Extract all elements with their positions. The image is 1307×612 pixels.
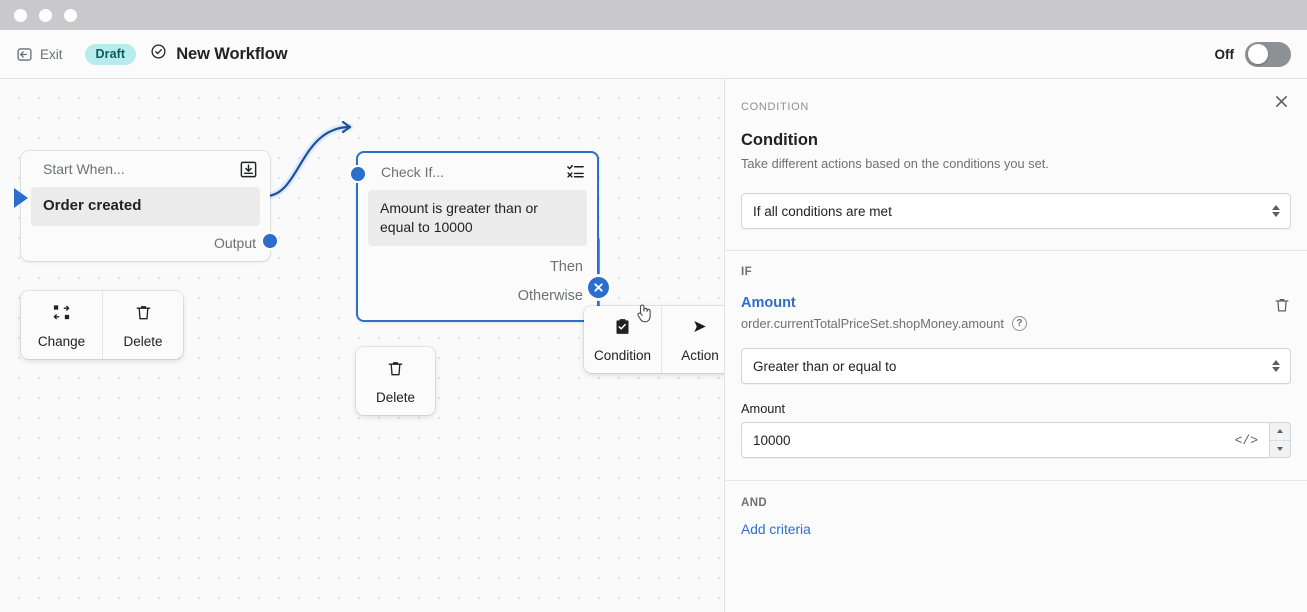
window-titlebar xyxy=(0,0,1307,30)
panel-title: Condition xyxy=(741,131,818,149)
workflow-enable-toggle[interactable] xyxy=(1245,41,1291,67)
exit-arrow-icon xyxy=(16,46,33,63)
delete-trigger-button[interactable]: Delete xyxy=(102,291,183,359)
change-trigger-button[interactable]: Change xyxy=(21,291,102,359)
workflow-canvas[interactable]: Start When... Order created Output Chang… xyxy=(0,79,725,612)
page-title: New Workflow xyxy=(176,44,288,63)
if-section-label: IF xyxy=(741,266,753,278)
clipboard-check-icon xyxy=(613,317,632,341)
change-trigger-label: Change xyxy=(37,334,86,349)
delete-criterion-button[interactable] xyxy=(1269,292,1295,318)
start-node-body: Order created xyxy=(31,187,260,226)
criterion-field-path-row: order.currentTotalPriceSet.shopMoney.amo… xyxy=(741,316,1027,331)
window-minimize-button[interactable] xyxy=(39,8,52,22)
condition-match-value: If all conditions are met xyxy=(753,203,892,219)
toggle-knob xyxy=(1248,44,1268,64)
condition-node-header: Check If... xyxy=(358,153,597,190)
amount-input-group: 10000 </> xyxy=(741,422,1291,458)
criterion-field-name[interactable]: Amount xyxy=(741,295,1027,311)
amount-stepper xyxy=(1269,422,1291,458)
workflow-title-group: New Workflow xyxy=(150,43,288,65)
add-action-button[interactable]: Action xyxy=(661,306,725,373)
criterion-operator-select[interactable]: Greater than or equal to xyxy=(741,348,1291,384)
condition-node-body: Amount is greater than or equal to 10000 xyxy=(368,190,587,247)
trash-icon xyxy=(386,359,405,383)
and-section: AND Add criteria xyxy=(725,480,1307,539)
trash-icon xyxy=(134,303,153,327)
amount-stepper-increment[interactable] xyxy=(1270,423,1290,440)
window-close-button[interactable] xyxy=(14,8,27,22)
condition-node-title: Check If... xyxy=(381,163,445,180)
import-trigger-icon[interactable] xyxy=(239,160,258,179)
start-node-toolbar: Change Delete xyxy=(21,291,183,359)
main-split: Start When... Order created Output Chang… xyxy=(0,79,1307,612)
send-arrow-icon xyxy=(691,317,710,341)
start-node-title: Start When... xyxy=(43,161,125,177)
exit-button[interactable]: Exit xyxy=(10,42,69,67)
close-x-icon[interactable] xyxy=(588,277,609,298)
workflow-enable-group: Off xyxy=(1214,41,1291,67)
question-mark-icon[interactable]: ? xyxy=(1011,316,1027,331)
chevron-updown-icon xyxy=(1272,205,1280,217)
start-node-output-label: Output xyxy=(213,234,256,251)
condition-then-label: Then xyxy=(549,259,583,276)
delete-condition-label: Delete xyxy=(375,390,416,405)
delete-trigger-label: Delete xyxy=(123,334,163,349)
criterion-operator-value: Greater than or equal to xyxy=(753,358,897,374)
exit-label: Exit xyxy=(40,46,63,62)
checklist-icon[interactable] xyxy=(566,162,585,181)
condition-node-toolbar: Delete xyxy=(356,347,435,415)
start-node-header: Start When... xyxy=(21,151,270,187)
condition-match-select[interactable]: If all conditions are met xyxy=(741,193,1291,229)
close-panel-button[interactable] xyxy=(1267,87,1295,115)
condition-otherwise-label: Otherwise xyxy=(517,288,583,305)
add-condition-button[interactable]: Condition xyxy=(584,306,661,373)
start-trigger-node[interactable]: Start When... Order created Output xyxy=(14,151,279,261)
panel-eyebrow: CONDITION xyxy=(741,101,810,113)
toggle-label: Off xyxy=(1214,46,1235,62)
amount-input-value: 10000 xyxy=(753,432,791,448)
and-section-label: AND xyxy=(741,497,768,509)
panel-subtitle: Take different actions based on the cond… xyxy=(741,156,1049,171)
add-criteria-link[interactable]: Add criteria xyxy=(725,509,827,537)
add-condition-label: Condition xyxy=(593,348,652,363)
panel-header: CONDITION Condition Take different actio… xyxy=(725,79,1307,171)
condition-settings-panel: CONDITION Condition Take different actio… xyxy=(725,79,1307,612)
window-zoom-button[interactable] xyxy=(64,8,77,22)
amount-stepper-decrement[interactable] xyxy=(1270,439,1290,458)
branch-add-toolbar: Condition Action xyxy=(584,306,725,373)
delete-condition-button[interactable]: Delete xyxy=(356,347,435,415)
amount-input[interactable]: 10000 </> xyxy=(741,422,1269,458)
criterion-field-path: order.currentTotalPriceSet.shopMoney.amo… xyxy=(741,316,1004,331)
app-topbar: Exit Draft New Workflow Off xyxy=(0,30,1307,79)
condition-input-port[interactable] xyxy=(349,165,367,183)
circle-check-icon xyxy=(150,43,167,65)
amount-field-label: Amount xyxy=(741,401,786,416)
swap-icon xyxy=(52,303,71,327)
start-node-output-port[interactable] xyxy=(261,231,279,250)
code-toggle-icon[interactable]: </> xyxy=(1235,433,1258,448)
start-arrow-icon xyxy=(14,188,28,208)
chevron-updown-icon xyxy=(1272,360,1280,372)
criterion-field-header: Amount order.currentTotalPriceSet.shopMo… xyxy=(725,278,1307,331)
status-badge: Draft xyxy=(84,43,137,65)
condition-node[interactable]: Check If... Amount is greater than or eq… xyxy=(349,151,599,323)
add-action-label: Action xyxy=(681,348,719,363)
